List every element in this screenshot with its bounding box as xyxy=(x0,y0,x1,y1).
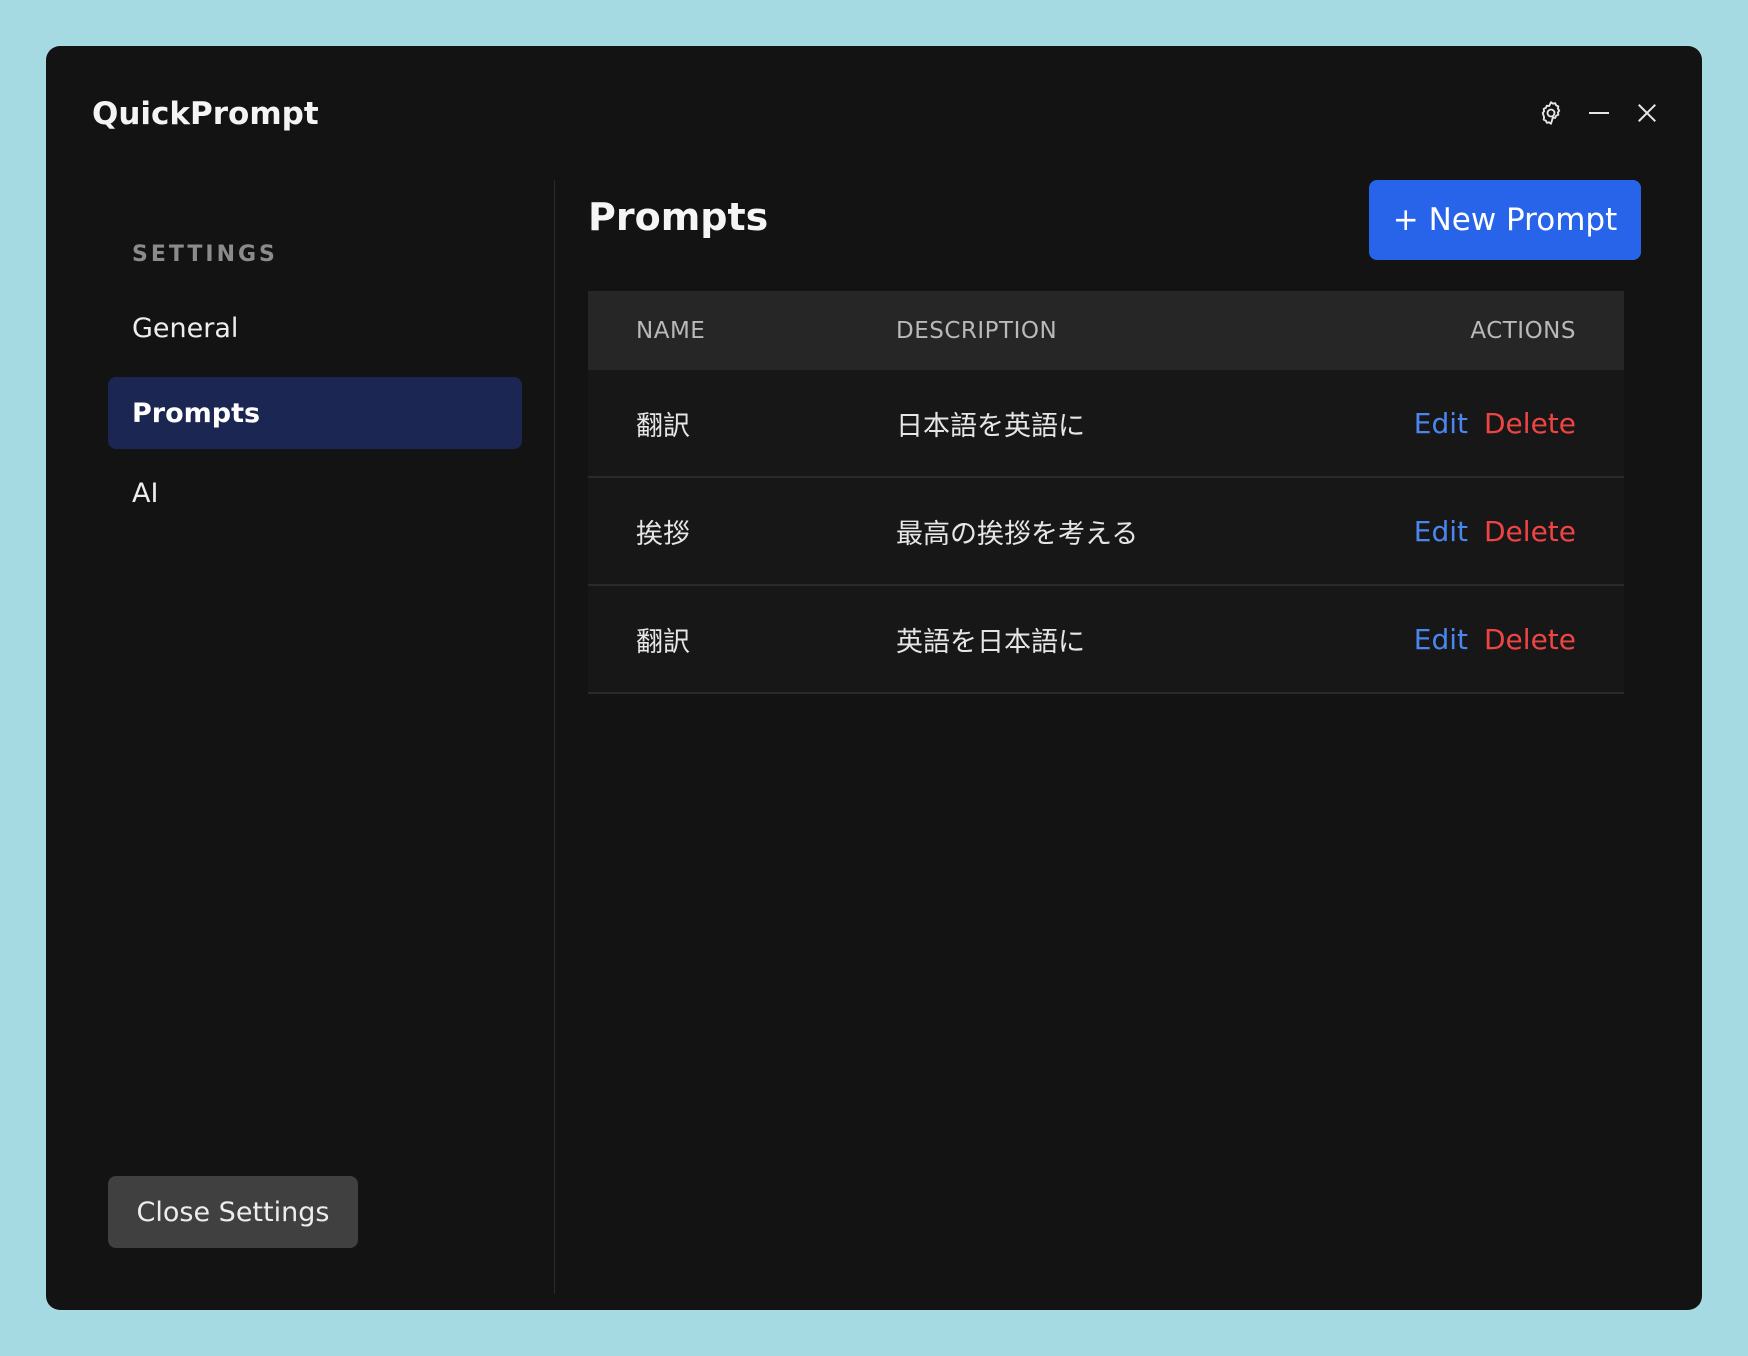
delete-button[interactable]: Delete xyxy=(1484,515,1576,548)
app-title: QuickPrompt xyxy=(92,96,319,132)
row-description: 英語を日本語に xyxy=(896,626,1085,658)
close-settings-button[interactable]: Close Settings xyxy=(108,1176,358,1248)
settings-window: QuickPrompt SETTINGS General Prompts AI … xyxy=(46,46,1702,1310)
sidebar-heading: SETTINGS xyxy=(132,242,278,267)
table-header: NAME DESCRIPTION ACTIONS xyxy=(588,291,1624,370)
page-title: Prompts xyxy=(588,195,769,239)
sidebar-item-label: Prompts xyxy=(132,397,261,429)
row-name: 挨拶 xyxy=(636,518,690,550)
edit-button[interactable]: Edit xyxy=(1414,515,1468,548)
sidebar-item-prompts[interactable]: Prompts xyxy=(108,377,522,449)
header-name: NAME xyxy=(636,317,706,344)
table-row: 翻訳 英語を日本語に Edit Delete xyxy=(588,586,1624,694)
header-description: DESCRIPTION xyxy=(896,317,1058,344)
table-row: 挨拶 最高の挨拶を考える Edit Delete xyxy=(588,478,1624,586)
minimize-icon[interactable] xyxy=(1584,98,1614,128)
sidebar-item-label: General xyxy=(132,312,239,344)
row-name: 翻訳 xyxy=(636,410,690,442)
sidebar-item-label: AI xyxy=(132,477,159,509)
edit-button[interactable]: Edit xyxy=(1414,623,1468,656)
sidebar-divider xyxy=(554,180,555,1294)
prompts-table: NAME DESCRIPTION ACTIONS 翻訳 日本語を英語に Edit… xyxy=(588,291,1624,694)
row-actions: Edit Delete xyxy=(1408,623,1624,656)
row-description: 最高の挨拶を考える xyxy=(896,518,1139,550)
delete-button[interactable]: Delete xyxy=(1484,407,1576,440)
close-icon[interactable] xyxy=(1632,98,1662,128)
new-prompt-button[interactable]: + New Prompt xyxy=(1369,180,1641,260)
edit-button[interactable]: Edit xyxy=(1414,407,1468,440)
sidebar-item-general[interactable]: General xyxy=(108,292,522,364)
gear-icon[interactable] xyxy=(1536,98,1566,128)
title-controls xyxy=(1536,96,1662,130)
sidebar-item-ai[interactable]: AI xyxy=(108,457,522,529)
row-name: 翻訳 xyxy=(636,626,690,658)
row-actions: Edit Delete xyxy=(1408,515,1624,548)
sidebar: SETTINGS General Prompts AI xyxy=(108,180,522,1294)
header-actions: ACTIONS xyxy=(1470,317,1576,344)
row-description: 日本語を英語に xyxy=(896,410,1085,442)
delete-button[interactable]: Delete xyxy=(1484,623,1576,656)
row-actions: Edit Delete xyxy=(1408,407,1624,440)
table-row: 翻訳 日本語を英語に Edit Delete xyxy=(588,370,1624,478)
